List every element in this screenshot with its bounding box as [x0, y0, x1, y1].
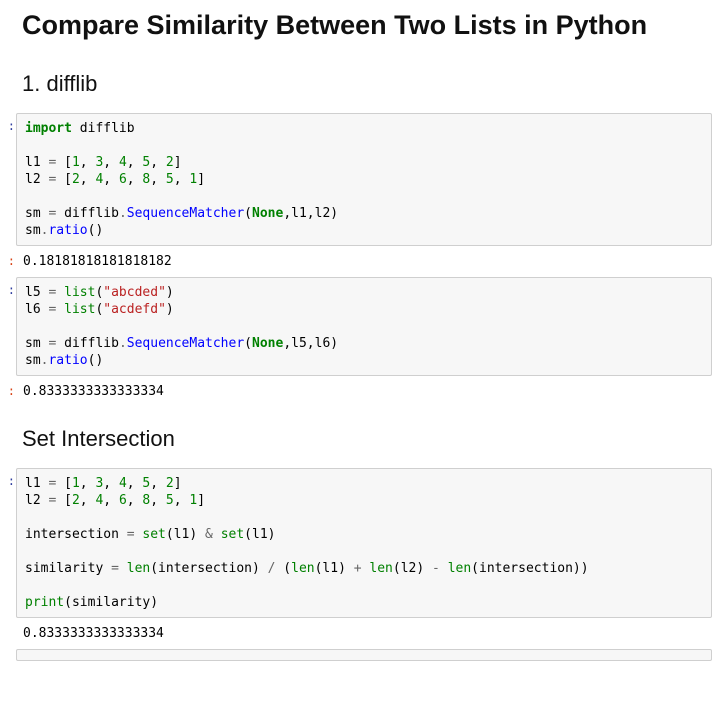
output-cell-2: : 0.8333333333333334: [0, 377, 713, 406]
section-heading-difflib: 1. difflib: [22, 71, 713, 97]
code-cell-3: : l1 = [1, 3, 4, 5, 2] l2 = [2, 4, 6, 8,…: [0, 467, 713, 619]
section-heading-set-intersection: Set Intersection: [22, 426, 713, 452]
in-prompt: [0, 648, 15, 655]
in-prompt: :: [0, 276, 15, 297]
in-prompt: :: [0, 112, 15, 133]
out-prompt: :: [0, 247, 15, 268]
in-prompt: :: [0, 467, 15, 488]
code-block[interactable]: l1 = [1, 3, 4, 5, 2] l2 = [2, 4, 6, 8, 5…: [16, 468, 712, 618]
code-cell-1: : import difflib l1 = [1, 3, 4, 5, 2] l2…: [0, 112, 713, 247]
output-text: 0.8333333333333334: [15, 377, 713, 406]
code-block[interactable]: import difflib l1 = [1, 3, 4, 5, 2] l2 =…: [16, 113, 712, 246]
out-prompt: [0, 619, 15, 626]
output-cell-3: 0.8333333333333334: [0, 619, 713, 648]
output-cell-1: : 0.18181818181818182: [0, 247, 713, 276]
out-prompt: :: [0, 377, 15, 398]
code-block[interactable]: l5 = list("abcded") l6 = list("acdefd") …: [16, 277, 712, 376]
code-block[interactable]: [16, 649, 712, 661]
code-cell-2: : l5 = list("abcded") l6 = list("acdefd"…: [0, 276, 713, 377]
output-text: 0.8333333333333334: [15, 619, 713, 648]
code-cell-4-partial: [0, 648, 713, 662]
output-text: 0.18181818181818182: [15, 247, 713, 276]
page-title: Compare Similarity Between Two Lists in …: [22, 10, 713, 41]
